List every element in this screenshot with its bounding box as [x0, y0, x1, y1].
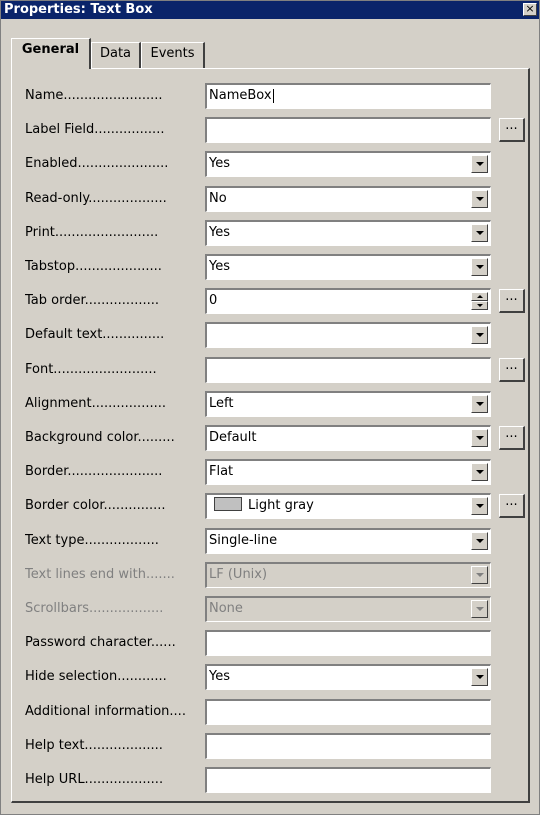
- enabled-value: Yes: [209, 156, 230, 171]
- label-field-more-button[interactable]: ...: [499, 118, 525, 142]
- background-color-value: Default: [209, 430, 257, 445]
- hide-selection-select[interactable]: Yes: [205, 664, 491, 690]
- print-label: Print.........................: [25, 225, 159, 240]
- chevron-down-icon[interactable]: [471, 532, 488, 550]
- font-label: Font.........................: [25, 362, 157, 377]
- chevron-down-icon[interactable]: [471, 258, 488, 276]
- name-value: NameBox: [209, 88, 272, 103]
- read-only-select[interactable]: No: [205, 186, 491, 212]
- chevron-down-icon[interactable]: [471, 395, 488, 413]
- tab-order-value: 0: [209, 293, 218, 308]
- title-bar[interactable]: Properties: Text Box ×: [1, 1, 539, 19]
- border-color-label: Border color...............: [25, 498, 166, 513]
- tab-events[interactable]: Events: [141, 42, 205, 68]
- tabstop-label: Tabstop.....................: [25, 259, 162, 274]
- chevron-down-icon[interactable]: [471, 668, 488, 686]
- default-text-select[interactable]: [205, 322, 491, 348]
- color-swatch: [214, 497, 242, 511]
- chevron-down-icon[interactable]: [471, 497, 488, 515]
- background-color-select[interactable]: Default: [205, 425, 491, 451]
- tab-order-label: Tab order..................: [25, 293, 159, 308]
- spin-up-icon[interactable]: [471, 292, 488, 301]
- tabstop-value: Yes: [209, 259, 230, 274]
- tab-data[interactable]: Data: [91, 42, 141, 68]
- font-input[interactable]: [205, 357, 491, 383]
- chevron-down-icon[interactable]: [471, 155, 488, 173]
- hide-selection-value: Yes: [209, 669, 230, 684]
- chevron-down-icon[interactable]: [471, 326, 488, 344]
- font-more-button[interactable]: ...: [499, 358, 525, 382]
- tab-general-label: General: [21, 42, 80, 57]
- print-select[interactable]: Yes: [205, 220, 491, 246]
- enabled-select[interactable]: Yes: [205, 151, 491, 177]
- border-color-select[interactable]: Light gray: [205, 493, 491, 519]
- chevron-down-icon[interactable]: [471, 429, 488, 447]
- close-icon: ×: [525, 2, 535, 15]
- background-color-label: Background color.........: [25, 430, 175, 445]
- chevron-down-icon[interactable]: [471, 463, 488, 481]
- chevron-down-icon: [471, 600, 488, 618]
- border-value: Flat: [209, 464, 234, 479]
- spin-buttons: [471, 292, 488, 310]
- password-character-input[interactable]: [205, 630, 491, 656]
- chevron-down-icon[interactable]: [471, 190, 488, 208]
- alignment-value: Left: [209, 396, 234, 411]
- additional-information-input[interactable]: [205, 699, 491, 725]
- tab-order-spinner[interactable]: 0: [205, 288, 491, 314]
- tab-order-more-button[interactable]: ...: [499, 289, 525, 313]
- border-color-value: Light gray: [248, 498, 314, 513]
- read-only-value: No: [209, 191, 227, 206]
- text-lines-end-with-value: LF (Unix): [209, 567, 268, 582]
- default-text-label: Default text...............: [25, 327, 165, 342]
- alignment-label: Alignment..................: [25, 396, 166, 411]
- tab-events-label: Events: [150, 46, 195, 61]
- tab-general[interactable]: General: [11, 38, 91, 69]
- text-caret: [273, 89, 274, 103]
- properties-window: Properties: Text Box × General Data Even…: [0, 0, 540, 815]
- help-text-input[interactable]: [205, 733, 491, 759]
- border-label: Border.......................: [25, 464, 163, 479]
- tabstop-select[interactable]: Yes: [205, 254, 491, 280]
- help-url-input[interactable]: [205, 767, 491, 793]
- chevron-down-icon[interactable]: [471, 224, 488, 242]
- text-lines-end-with-select: LF (Unix): [205, 562, 491, 588]
- hide-selection-label: Hide selection............: [25, 669, 167, 684]
- scrollbars-value: None: [209, 601, 243, 616]
- alignment-select[interactable]: Left: [205, 391, 491, 417]
- password-character-label: Password character......: [25, 635, 176, 650]
- help-text-label: Help text...................: [25, 738, 163, 753]
- text-type-label: Text type..................: [25, 533, 159, 548]
- border-select[interactable]: Flat: [205, 459, 491, 485]
- spin-down-icon[interactable]: [471, 301, 488, 310]
- tab-data-label: Data: [99, 46, 132, 61]
- close-button[interactable]: ×: [523, 3, 537, 16]
- enabled-label: Enabled......................: [25, 156, 169, 171]
- label-field-label: Label Field.................: [25, 122, 165, 137]
- scrollbars-select: None: [205, 596, 491, 622]
- read-only-label: Read-only...................: [25, 191, 167, 206]
- help-url-label: Help URL...................: [25, 772, 164, 787]
- text-lines-end-with-label: Text lines end with.......: [25, 567, 175, 582]
- border-color-more-button[interactable]: ...: [499, 494, 525, 518]
- text-type-value: Single-line: [209, 533, 278, 548]
- scrollbars-label: Scrollbars..................: [25, 601, 164, 616]
- chevron-down-icon: [471, 566, 488, 584]
- print-value: Yes: [209, 225, 230, 240]
- additional-information-label: Additional information....: [25, 704, 186, 719]
- name-label: Name........................: [25, 88, 163, 103]
- window-title: Properties: Text Box: [4, 2, 153, 17]
- name-input[interactable]: NameBox: [205, 83, 491, 109]
- label-field-input[interactable]: [205, 117, 491, 143]
- text-type-select[interactable]: Single-line: [205, 528, 491, 554]
- background-color-more-button[interactable]: ...: [499, 426, 525, 450]
